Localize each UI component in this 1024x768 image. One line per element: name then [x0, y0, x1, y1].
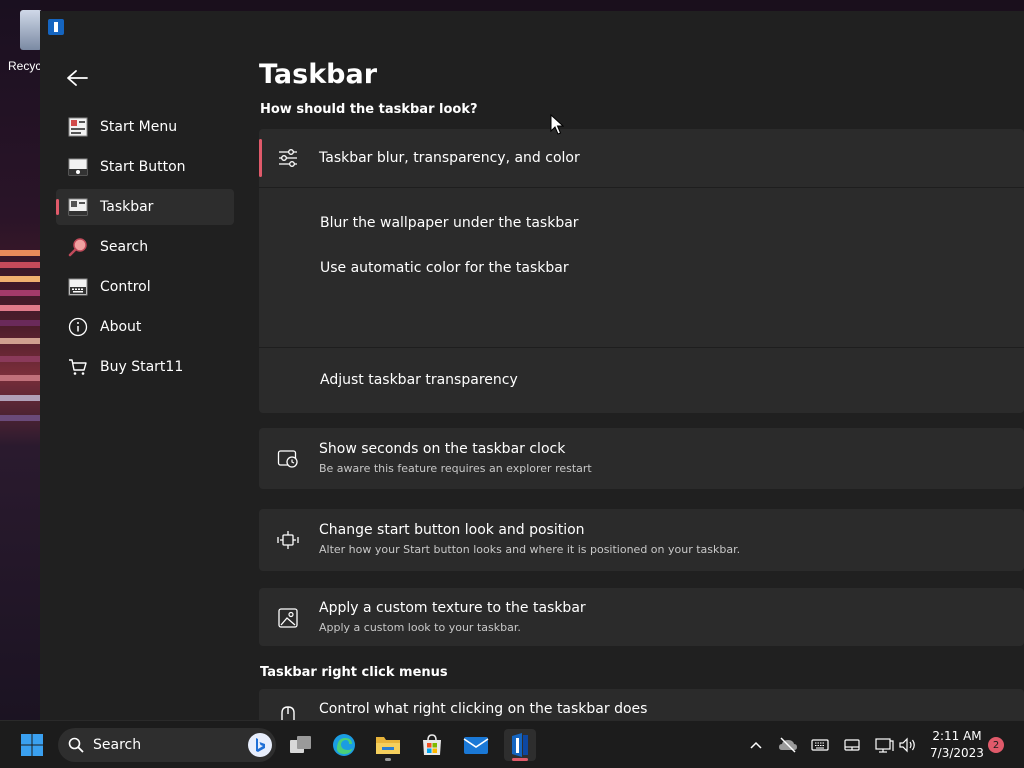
bing-icon — [248, 733, 272, 757]
mouse-icon — [277, 705, 299, 720]
recycle-bin-label: Recyc — [8, 59, 42, 73]
start-menu-icon — [68, 117, 88, 137]
sidebar-item-label: Taskbar — [100, 199, 154, 215]
sidebar-item-label: Search — [100, 239, 149, 255]
start11-app-icon — [48, 19, 64, 35]
search-placeholder: Search — [93, 737, 142, 753]
start11-taskbar-button[interactable] — [504, 729, 536, 761]
sidebar-item-about[interactable]: About — [56, 309, 234, 345]
back-button[interactable] — [60, 63, 94, 93]
touchpad-button[interactable] — [842, 735, 862, 755]
onedrive-button[interactable] — [778, 735, 798, 755]
taskbar-search-box[interactable]: Search — [58, 728, 276, 762]
card-title: Apply a custom texture to the taskbar — [319, 600, 586, 616]
title-bar[interactable] — [40, 11, 1024, 43]
sidebar-item-search[interactable]: Search — [56, 229, 234, 265]
running-indicator — [385, 758, 391, 761]
sliders-icon — [277, 147, 299, 169]
keyboard-icon — [68, 277, 88, 297]
network-icon — [875, 738, 894, 753]
sidebar-item-label: Start Button — [100, 159, 186, 175]
cart-icon — [68, 357, 88, 377]
card-description: Alter how your Start button looks and wh… — [319, 543, 741, 556]
image-icon — [277, 607, 299, 629]
auto-color-label: Use automatic color for the taskbar — [320, 260, 569, 276]
clock-time: 2:11 AM — [932, 729, 982, 743]
edge-button[interactable] — [328, 729, 360, 761]
sidebar-nav: Start Menu Start Button Taskbar Search C… — [56, 109, 234, 389]
mail-icon — [463, 737, 489, 754]
card-description: Apply a custom look to your taskbar. — [319, 621, 521, 634]
windows-taskbar: Search 2:11 AM 7/3/2023 2 — [0, 720, 1024, 768]
mail-button[interactable] — [460, 729, 492, 761]
divider — [259, 347, 1024, 348]
search-icon — [68, 737, 84, 753]
chevron-up-icon — [750, 741, 762, 749]
taskbar-clock[interactable]: 2:11 AM 7/3/2023 — [926, 728, 988, 762]
sidebar-item-label: Start Menu — [100, 119, 178, 135]
clock-date: 7/3/2023 — [930, 746, 984, 760]
sidebar-item-buy[interactable]: Buy Start11 — [56, 349, 234, 385]
cloud-off-icon — [779, 737, 797, 753]
sidebar-item-label: About — [100, 319, 142, 335]
card-show-seconds[interactable]: Show seconds on the taskbar clock Be awa… — [259, 428, 1024, 489]
card-title: Control what right clicking on the taskb… — [319, 701, 648, 717]
start-button-icon — [68, 157, 88, 177]
show-hidden-icons-button[interactable] — [746, 735, 766, 755]
windows-start-button[interactable] — [16, 729, 48, 761]
blur-panel-header[interactable]: Taskbar blur, transparency, and color — [259, 129, 1024, 187]
mouse-cursor-icon — [550, 114, 564, 135]
card-custom-texture[interactable]: Apply a custom texture to the taskbar Ap… — [259, 588, 1024, 646]
microsoft-store-button[interactable] — [416, 729, 448, 761]
desktop-background — [0, 0, 40, 720]
folder-icon — [376, 737, 400, 754]
task-view-button[interactable] — [285, 729, 317, 761]
blur-wallpaper-label: Blur the wallpaper under the taskbar — [320, 215, 579, 231]
section-heading-right-click: Taskbar right click menus — [260, 665, 448, 680]
edge-icon — [333, 734, 355, 756]
volume-button[interactable] — [898, 735, 918, 755]
card-description: Be aware this feature requires an explor… — [319, 462, 592, 475]
clock-icon — [277, 448, 299, 470]
notification-badge[interactable]: 2 — [988, 737, 1004, 753]
file-explorer-button[interactable] — [372, 729, 404, 761]
card-title: Change start button look and position — [319, 522, 585, 538]
page-title: Taskbar — [259, 59, 378, 90]
sidebar-item-taskbar[interactable]: Taskbar — [56, 189, 234, 225]
info-icon — [68, 317, 88, 337]
taskbar-icon — [68, 197, 88, 217]
card-right-click[interactable]: Control what right clicking on the taskb… — [259, 689, 1024, 720]
store-icon — [423, 734, 441, 755]
speaker-icon — [899, 737, 915, 753]
recycle-bin-icon[interactable] — [20, 10, 42, 50]
keyboard-icon — [811, 739, 829, 751]
sidebar-item-start-button[interactable]: Start Button — [56, 149, 234, 185]
settings-window: Start Menu Start Button Taskbar Search C… — [40, 11, 1024, 720]
task-view-icon — [290, 736, 311, 753]
windows-logo-icon — [21, 734, 43, 756]
card-start-button-position[interactable]: Change start button look and position Al… — [259, 509, 1024, 571]
active-indicator — [512, 758, 528, 761]
start11-icon — [512, 733, 528, 757]
blur-transparency-panel: Taskbar blur, transparency, and color Bl… — [259, 129, 1024, 413]
sidebar-item-start-menu[interactable]: Start Menu — [56, 109, 234, 145]
search-icon — [68, 237, 88, 257]
keyboard-input-button[interactable] — [810, 735, 830, 755]
position-icon — [277, 529, 299, 551]
blur-panel-title: Taskbar blur, transparency, and color — [319, 150, 580, 166]
sidebar-item-label: Buy Start11 — [100, 359, 184, 375]
card-title: Show seconds on the taskbar clock — [319, 441, 566, 457]
selection-indicator — [259, 139, 262, 177]
back-arrow-icon — [67, 70, 88, 86]
sidebar-item-label: Control — [100, 279, 151, 295]
network-button[interactable] — [874, 735, 894, 755]
transparency-label: Adjust taskbar transparency — [320, 372, 518, 388]
section-heading-look: How should the taskbar look? — [260, 102, 478, 117]
divider — [259, 187, 1024, 188]
sidebar-item-control[interactable]: Control — [56, 269, 234, 305]
touchpad-icon — [844, 739, 860, 751]
